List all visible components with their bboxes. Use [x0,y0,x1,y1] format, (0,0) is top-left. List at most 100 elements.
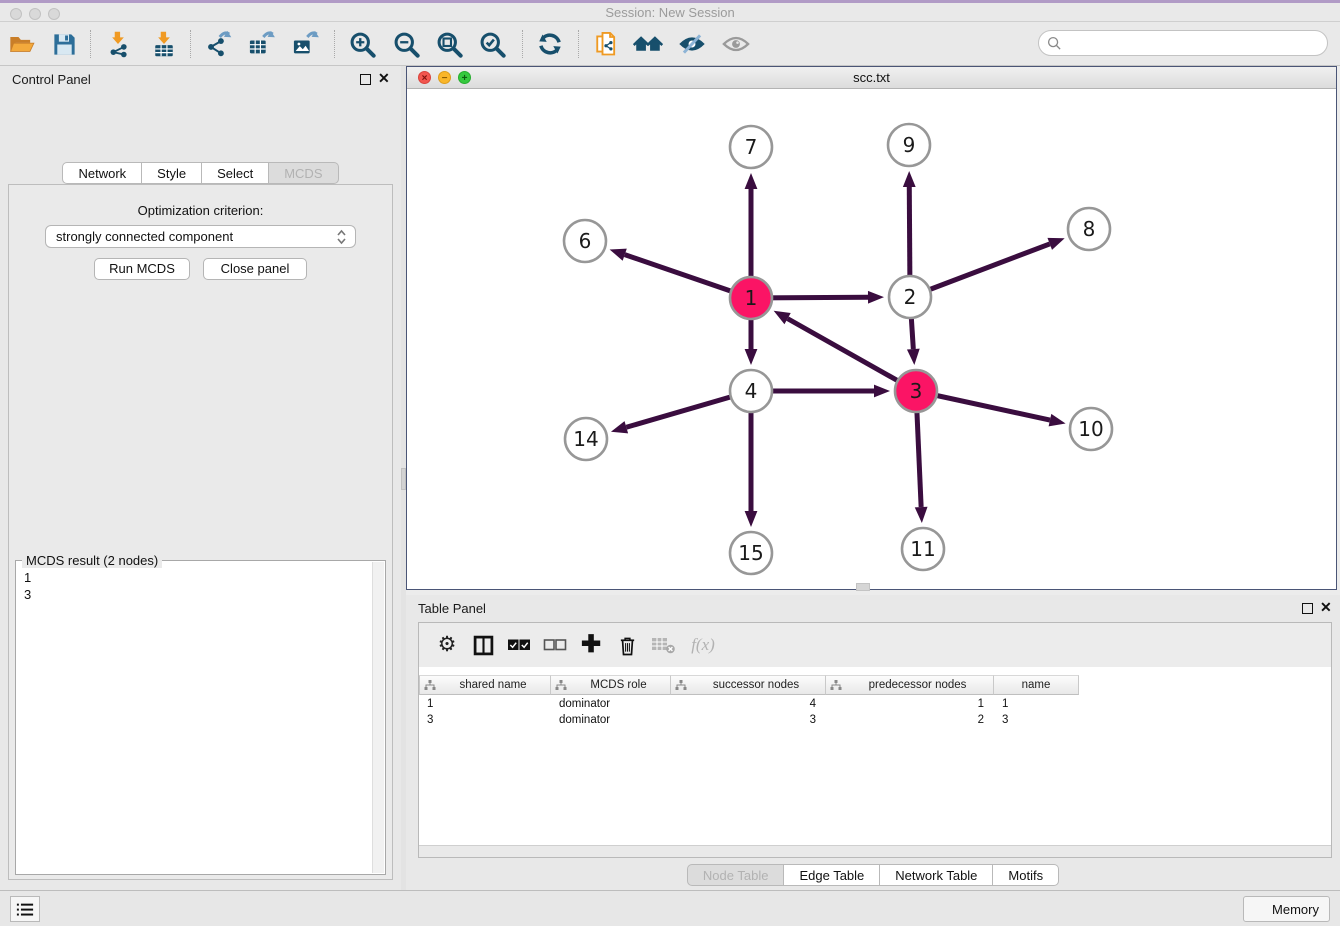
tab-network-table[interactable]: Network Table [880,864,993,886]
add-column-button[interactable]: ✚ [573,630,609,660]
graph-node-2[interactable]: 2 [889,276,931,318]
task-history-button[interactable] [10,896,40,922]
export-image-button[interactable] [289,29,321,59]
network-graph[interactable]: 7 9 6 8 1 2 4 3 14 10 15 11 [407,89,1336,590]
show-all-button[interactable] [720,29,752,59]
unselect-all-button[interactable] [537,630,573,660]
column-header-name[interactable]: name [994,675,1079,695]
graph-node-15[interactable]: 15 [730,532,772,574]
save-session-button[interactable] [48,29,80,59]
export-network-button[interactable] [202,29,234,59]
cell-name[interactable]: 1 [1002,698,1008,710]
graph-node-7[interactable]: 7 [730,126,772,168]
status-bar: Memory [0,890,1340,926]
graph-node-9[interactable]: 9 [888,124,930,166]
graph-node-14[interactable]: 14 [565,418,607,460]
graph-node-1[interactable]: 1 [730,277,772,319]
network-canvas[interactable]: 7 9 6 8 1 2 4 3 14 10 15 11 [407,89,1336,589]
delete-column-button[interactable] [609,630,645,660]
column-label: MCDS role [567,679,670,691]
graph-node-10[interactable]: 10 [1070,408,1112,450]
column-header-mcds-role[interactable]: MCDS role [551,675,671,695]
divider-handle[interactable] [856,583,870,591]
close-panel-icon[interactable]: ✕ [378,71,390,85]
tab-network[interactable]: Network [62,162,142,184]
svg-text:3: 3 [910,379,923,403]
table-panel: Table Panel ✕ ⚙ [406,595,1340,890]
cell-successor-nodes[interactable]: 3 [671,714,816,726]
cell-name[interactable]: 3 [1002,714,1008,726]
close-panel-button[interactable]: Close panel [203,258,307,280]
cell-shared-name[interactable]: 3 [427,714,433,726]
column-label: shared name [436,679,550,691]
first-neighbors-button[interactable] [632,29,664,59]
zoom-in-button[interactable] [346,29,378,59]
table-tabs: Node Table Edge Table Network Table Moti… [406,864,1340,886]
cell-predecessor-nodes[interactable]: 2 [826,714,984,726]
tab-mcds[interactable]: MCDS [269,162,338,184]
main-toolbar [0,22,1340,66]
table-toolbar: ⚙ [419,623,1331,667]
mcds-result-box: MCDS result (2 nodes) 1 3 [15,560,386,875]
toolbar-separator [522,30,523,58]
hide-selected-button[interactable] [676,29,708,59]
table-horizontal-scrollbar[interactable] [419,845,1331,857]
tab-node-table[interactable]: Node Table [687,864,785,886]
column-header-shared-name[interactable]: shared name [419,675,551,695]
control-panel-header: Control Panel ✕ [0,66,401,94]
criterion-dropdown[interactable]: strongly connected component [45,225,356,248]
select-all-button[interactable] [501,630,537,660]
graph-node-8[interactable]: 8 [1068,208,1110,250]
network-view-window: × − + scc.txt 7 9 6 8 1 2 4 3 14 10 15 11 [406,66,1337,590]
cell-shared-name[interactable]: 1 [427,698,433,710]
graph-node-6[interactable]: 6 [564,220,606,262]
delete-table-button[interactable] [645,630,681,660]
tab-select[interactable]: Select [202,162,269,184]
tab-motifs[interactable]: Motifs [993,864,1059,886]
import-network-icon [104,30,132,58]
memory-button[interactable]: Memory [1243,896,1330,922]
show-columns-button[interactable] [465,630,501,660]
close-panel-icon[interactable]: ✕ [1320,600,1332,614]
float-panel-icon[interactable] [1302,603,1313,614]
import-table-button[interactable] [148,29,180,59]
import-network-button[interactable] [102,29,134,59]
list-icon [16,902,34,917]
search-icon [1047,36,1062,51]
open-file-button[interactable] [6,29,38,59]
function-builder-button[interactable]: f(x) [681,630,725,660]
graph-node-11[interactable]: 11 [902,528,944,570]
cell-mcds-role[interactable]: dominator [559,698,610,710]
graph-node-3[interactable]: 3 [895,370,937,412]
cell-mcds-role[interactable]: dominator [559,714,610,726]
result-scrollbar[interactable] [372,562,384,873]
export-table-button[interactable] [245,29,277,59]
tab-edge-table[interactable]: Edge Table [784,864,880,886]
svg-text:11: 11 [910,537,935,561]
tab-style[interactable]: Style [142,162,202,184]
cell-successor-nodes[interactable]: 4 [671,698,816,710]
optimization-criterion-label: Optimization criterion: [9,203,392,218]
mcds-result-text[interactable]: 1 3 [16,563,371,874]
column-label: successor nodes [687,679,825,691]
graph-node-4[interactable]: 4 [730,370,772,412]
export-image-icon [291,30,319,58]
zoom-selected-button[interactable] [476,29,508,59]
run-mcds-button[interactable]: Run MCDS [94,258,190,280]
cell-predecessor-nodes[interactable]: 1 [826,698,984,710]
float-panel-icon[interactable] [360,74,371,85]
sort-icon [555,679,567,691]
network-window-titlebar[interactable]: × − + scc.txt [407,67,1336,89]
table-row[interactable]: 3 dominator 3 2 3 [419,713,1331,729]
svg-text:6: 6 [579,229,592,253]
column-header-successor-nodes[interactable]: successor nodes [671,675,826,695]
search-input[interactable] [1038,30,1328,56]
graph-edge-2-8[interactable] [910,244,1050,297]
new-network-from-selection-button[interactable] [590,29,622,59]
column-header-predecessor-nodes[interactable]: predecessor nodes [826,675,994,695]
table-row[interactable]: 1 dominator 4 1 1 [419,697,1331,713]
zoom-out-button[interactable] [390,29,422,59]
refresh-button[interactable] [534,29,566,59]
fit-content-button[interactable] [433,29,465,59]
table-options-button[interactable]: ⚙ [429,630,465,660]
